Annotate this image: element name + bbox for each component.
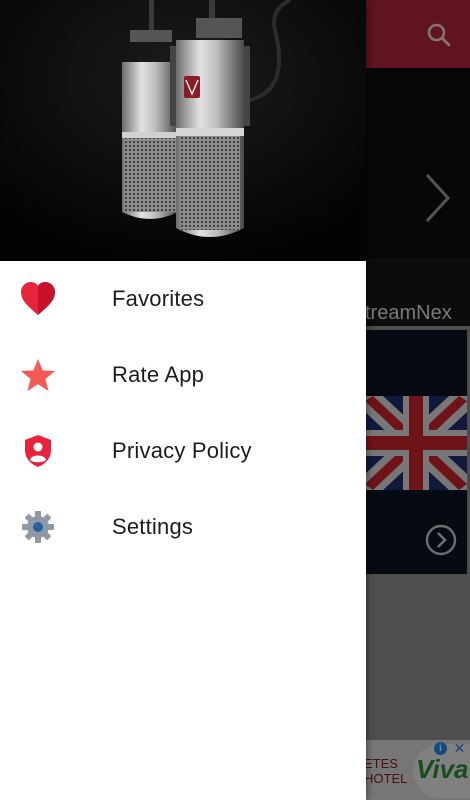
menu-item-label: Settings: [112, 514, 194, 539]
menu-item-rate-app[interactable]: Rate App: [0, 337, 366, 413]
navigation-drawer: Favorites Rate App Privacy Policy Settin…: [0, 0, 366, 800]
drawer-header-image: [0, 0, 366, 261]
menu-item-label: Privacy Policy: [112, 438, 252, 463]
microphones-image: [0, 0, 366, 261]
star-icon: [19, 356, 57, 394]
menu-item-privacy-policy[interactable]: Privacy Policy: [0, 413, 366, 489]
menu-item-label: Favorites: [112, 286, 205, 311]
shield-user-icon: [19, 432, 57, 470]
heart-icon: [19, 280, 57, 318]
menu-item-settings[interactable]: Settings: [0, 489, 366, 565]
gear-icon: [19, 508, 57, 546]
menu-item-label: Rate App: [112, 362, 205, 387]
drawer-menu: Favorites Rate App Privacy Policy Settin…: [0, 261, 366, 565]
menu-item-favorites[interactable]: Favorites: [0, 261, 366, 337]
